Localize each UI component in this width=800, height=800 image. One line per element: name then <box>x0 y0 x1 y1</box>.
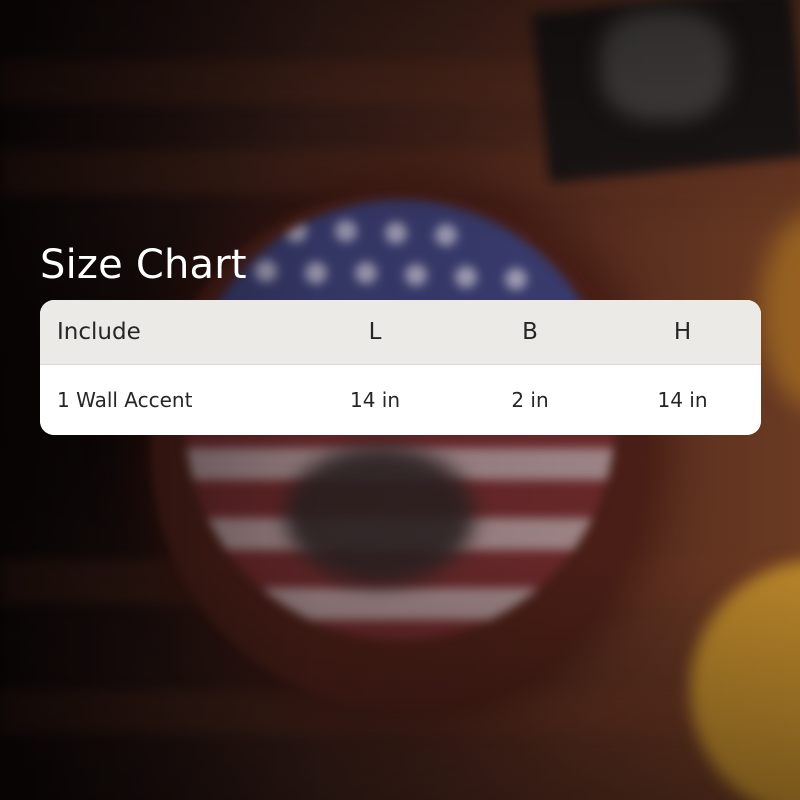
header-length: L <box>368 319 382 345</box>
table-row: 1 Wall Accent 14 in 2 in 14 in <box>40 365 761 435</box>
cell-length: 14 in <box>349 388 401 412</box>
header-include: Include <box>57 319 141 345</box>
header-height: H <box>673 319 692 345</box>
header-breadth: B <box>522 319 538 345</box>
cell-breadth: 2 in <box>511 388 549 412</box>
cell-include: 1 Wall Accent <box>57 388 193 412</box>
size-chart-title: Size Chart <box>40 242 247 288</box>
size-chart-table: Include L B H 1 Wall Accent 14 in 2 in 1… <box>40 300 761 435</box>
cell-height: 14 in <box>657 388 708 412</box>
table-header-row: Include L B H <box>40 300 761 365</box>
